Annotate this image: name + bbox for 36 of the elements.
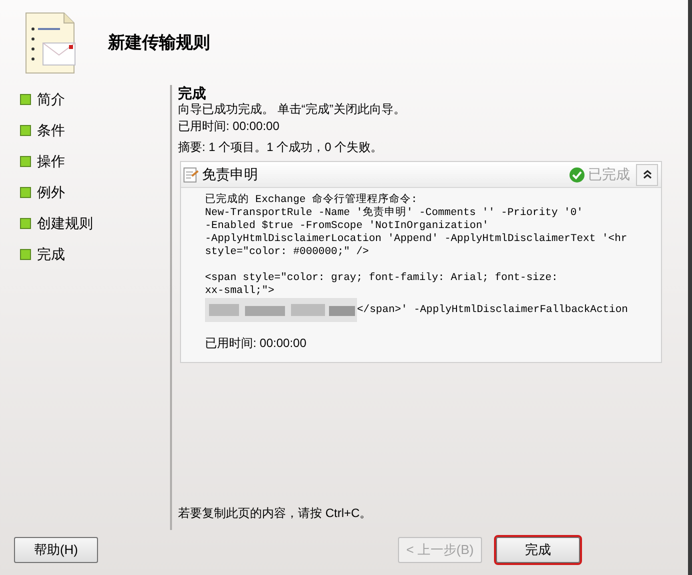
summary-text: 摘要: 1 个项目。1 个成功，0 个失败。 bbox=[178, 139, 384, 155]
task-elapsed: 已用时间: 00:00:00 bbox=[205, 335, 308, 352]
command-line: 已完成的 Exchange 命令行管理程序命令: bbox=[205, 194, 418, 206]
step-label: 条件 bbox=[37, 120, 65, 140]
step-bullet-icon bbox=[20, 94, 31, 104]
result-message: 向导已成功完成。 单击“完成”关闭此向导。 bbox=[178, 101, 406, 117]
elapsed-time: 已用时间: 00:00:00 bbox=[178, 118, 280, 134]
page-heading: 完成 bbox=[178, 85, 207, 101]
step-bullet-icon bbox=[20, 248, 31, 260]
command-line: style="color: #000000;" /> bbox=[205, 246, 369, 259]
step-label: 创建规则 bbox=[37, 214, 93, 232]
document-icon bbox=[183, 166, 199, 182]
step-label: 简介 bbox=[37, 90, 65, 108]
wizard-title: 新建传输规则 bbox=[108, 32, 210, 54]
dialog-button[interactable]: 帮助(H) bbox=[14, 536, 98, 562]
command-line: -ApplyHtmlDisclaimerLocation 'Append' -ApplyHtmlDisclaimerText '<hr bbox=[205, 233, 628, 246]
copy-hint: 若要复制此页的内容，请按 Ctrl+C。 bbox=[178, 505, 373, 522]
dialog-button[interactable]: 完成 bbox=[496, 536, 580, 562]
task-title: 免责申明 bbox=[202, 165, 258, 184]
step-bullet-icon bbox=[20, 218, 31, 228]
step-bullet-icon bbox=[20, 124, 31, 136]
step-bullet-icon bbox=[20, 186, 31, 198]
collapse-button[interactable] bbox=[636, 164, 658, 186]
command-line: -Enabled $true -FromScope 'NotInOrganization' bbox=[205, 220, 489, 233]
command-line: <span style="color: gray; font-family: Arial; font-size: bbox=[205, 272, 558, 285]
check-icon bbox=[569, 166, 585, 182]
task-status: 已完成 bbox=[588, 165, 630, 184]
chevron-icon bbox=[642, 170, 652, 179]
command-line: </span>' -ApplyHtmlDisclaimerFallbackAction bbox=[357, 304, 628, 316]
step-label: 例外 bbox=[37, 182, 65, 202]
step-bullet-icon bbox=[20, 156, 31, 166]
command-line: New-TransportRule -Name '免责申明' -Comments '' -Priority '0' bbox=[205, 207, 583, 220]
step-label: 完成 bbox=[37, 244, 65, 264]
document-envelope-icon bbox=[24, 10, 76, 74]
step-label: 操作 bbox=[37, 152, 65, 170]
command-line: xx-small;"> bbox=[205, 285, 274, 298]
